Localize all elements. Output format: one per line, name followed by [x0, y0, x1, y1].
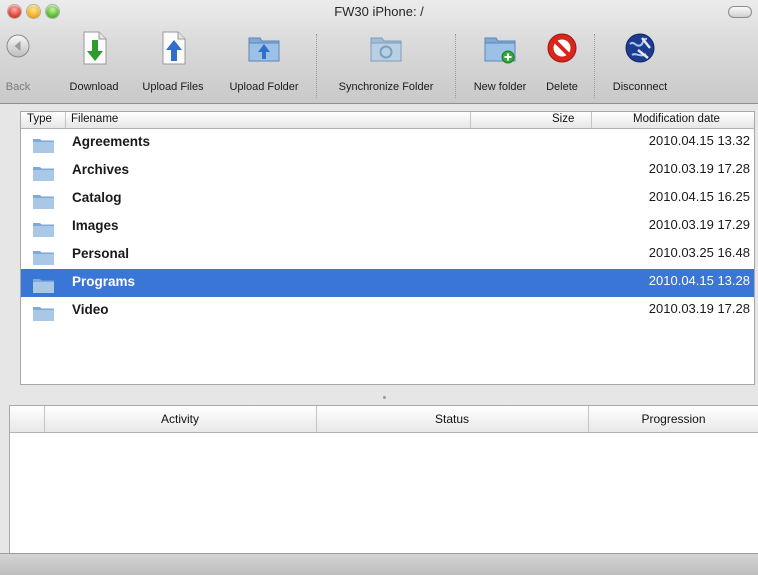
title-bar: FW30 iPhone: /: [0, 0, 758, 22]
file-row[interactable]: Catalog 2010.04.15 16.25: [21, 185, 754, 213]
column-activity[interactable]: Activity: [44, 412, 316, 426]
column-size[interactable]: Size: [552, 113, 574, 125]
column-modification-date[interactable]: Modification date: [633, 113, 720, 125]
file-date: 2010.03.19 17.28: [648, 161, 750, 176]
delete-icon: [547, 33, 577, 63]
window-chrome: FW30 iPhone: / Back Download Upload File…: [0, 0, 758, 104]
back-arrow-icon: [6, 34, 30, 58]
toolbar-separator: [455, 34, 456, 98]
back-button[interactable]: Back: [2, 24, 34, 100]
app-window: FW30 iPhone: / Back Download Upload File…: [0, 0, 758, 575]
file-name: Programs: [72, 274, 136, 289]
file-list-header: Type Filename Size Modification date: [21, 112, 754, 129]
file-row[interactable]: Archives 2010.03.19 17.28: [21, 157, 754, 185]
download-label: Download: [69, 81, 119, 93]
column-progression[interactable]: Progression: [588, 412, 758, 426]
upload-files-label: Upload Files: [142, 81, 204, 93]
file-date: 2010.04.15 13.28: [648, 273, 750, 288]
file-list: Type Filename Size Modification date Agr…: [20, 111, 755, 385]
file-date: 2010.03.19 17.29: [648, 217, 750, 232]
toolbar-separator: [316, 34, 317, 98]
disconnect-globe-icon: [625, 33, 655, 63]
file-name: Video: [72, 302, 109, 317]
synchronize-folder-button[interactable]: Synchronize Folder: [326, 24, 446, 100]
folder-icon: [33, 307, 54, 321]
window-title: FW30 iPhone: /: [334, 4, 424, 19]
back-label: Back: [5, 81, 31, 93]
file-name: Catalog: [72, 190, 122, 205]
splitter-grip-icon[interactable]: [383, 396, 386, 399]
disconnect-button[interactable]: Disconnect: [603, 24, 677, 100]
file-row[interactable]: Images 2010.03.19 17.29: [21, 213, 754, 241]
activity-list-header: Activity Status Progression: [10, 406, 758, 433]
upload-folder-icon: [248, 37, 280, 62]
file-name: Images: [72, 218, 119, 233]
file-row[interactable]: Personal 2010.03.25 16.48: [21, 241, 754, 269]
column-type[interactable]: Type: [27, 113, 52, 125]
folder-icon: [33, 279, 54, 293]
file-name: Agreements: [72, 134, 151, 149]
file-date: 2010.03.25 16.48: [648, 245, 750, 260]
download-icon: [83, 31, 107, 65]
file-row[interactable]: Video 2010.03.19 17.28: [21, 297, 754, 325]
folder-icon: [33, 139, 54, 153]
file-name: Personal: [72, 246, 130, 261]
column-divider: [591, 112, 592, 128]
upload-file-icon: [162, 31, 186, 65]
column-status[interactable]: Status: [316, 412, 588, 426]
pane-splitter[interactable]: [0, 396, 758, 404]
status-bar: [0, 553, 758, 575]
upload-folder-button[interactable]: Upload Folder: [221, 24, 307, 100]
file-row-selected[interactable]: Programs 2010.04.15 13.28: [21, 269, 754, 297]
delete-button[interactable]: Delete: [539, 24, 585, 100]
column-divider: [470, 112, 471, 128]
disconnect-label: Disconnect: [612, 81, 668, 93]
upload-folder-label: Upload Folder: [229, 81, 299, 93]
new-folder-button[interactable]: New folder: [465, 24, 535, 100]
folder-icon: [33, 251, 54, 265]
file-name: Archives: [72, 162, 130, 177]
file-row[interactable]: Agreements 2010.04.15 13.32: [21, 129, 754, 157]
file-date: 2010.04.15 16.25: [648, 189, 750, 204]
file-date: 2010.03.19 17.28: [648, 301, 750, 316]
sync-folder-icon: [370, 37, 402, 62]
download-button[interactable]: Download: [62, 24, 126, 100]
new-folder-icon: [484, 37, 516, 64]
activity-list: Activity Status Progression: [9, 405, 758, 554]
new-folder-label: New folder: [473, 81, 527, 93]
folder-icon: [33, 223, 54, 237]
delete-label: Delete: [546, 81, 578, 93]
synchronize-folder-label: Synchronize Folder: [338, 81, 434, 93]
folder-icon: [33, 195, 54, 209]
folder-icon: [33, 167, 54, 181]
file-date: 2010.04.15 13.32: [648, 133, 750, 148]
toolbar-separator: [594, 34, 595, 98]
upload-files-button[interactable]: Upload Files: [135, 24, 211, 100]
toolbar-toggle-button[interactable]: [728, 6, 752, 18]
toolbar: Back Download Upload Files Upload Folder…: [0, 24, 758, 100]
column-divider: [65, 112, 66, 128]
column-filename[interactable]: Filename: [71, 113, 118, 125]
